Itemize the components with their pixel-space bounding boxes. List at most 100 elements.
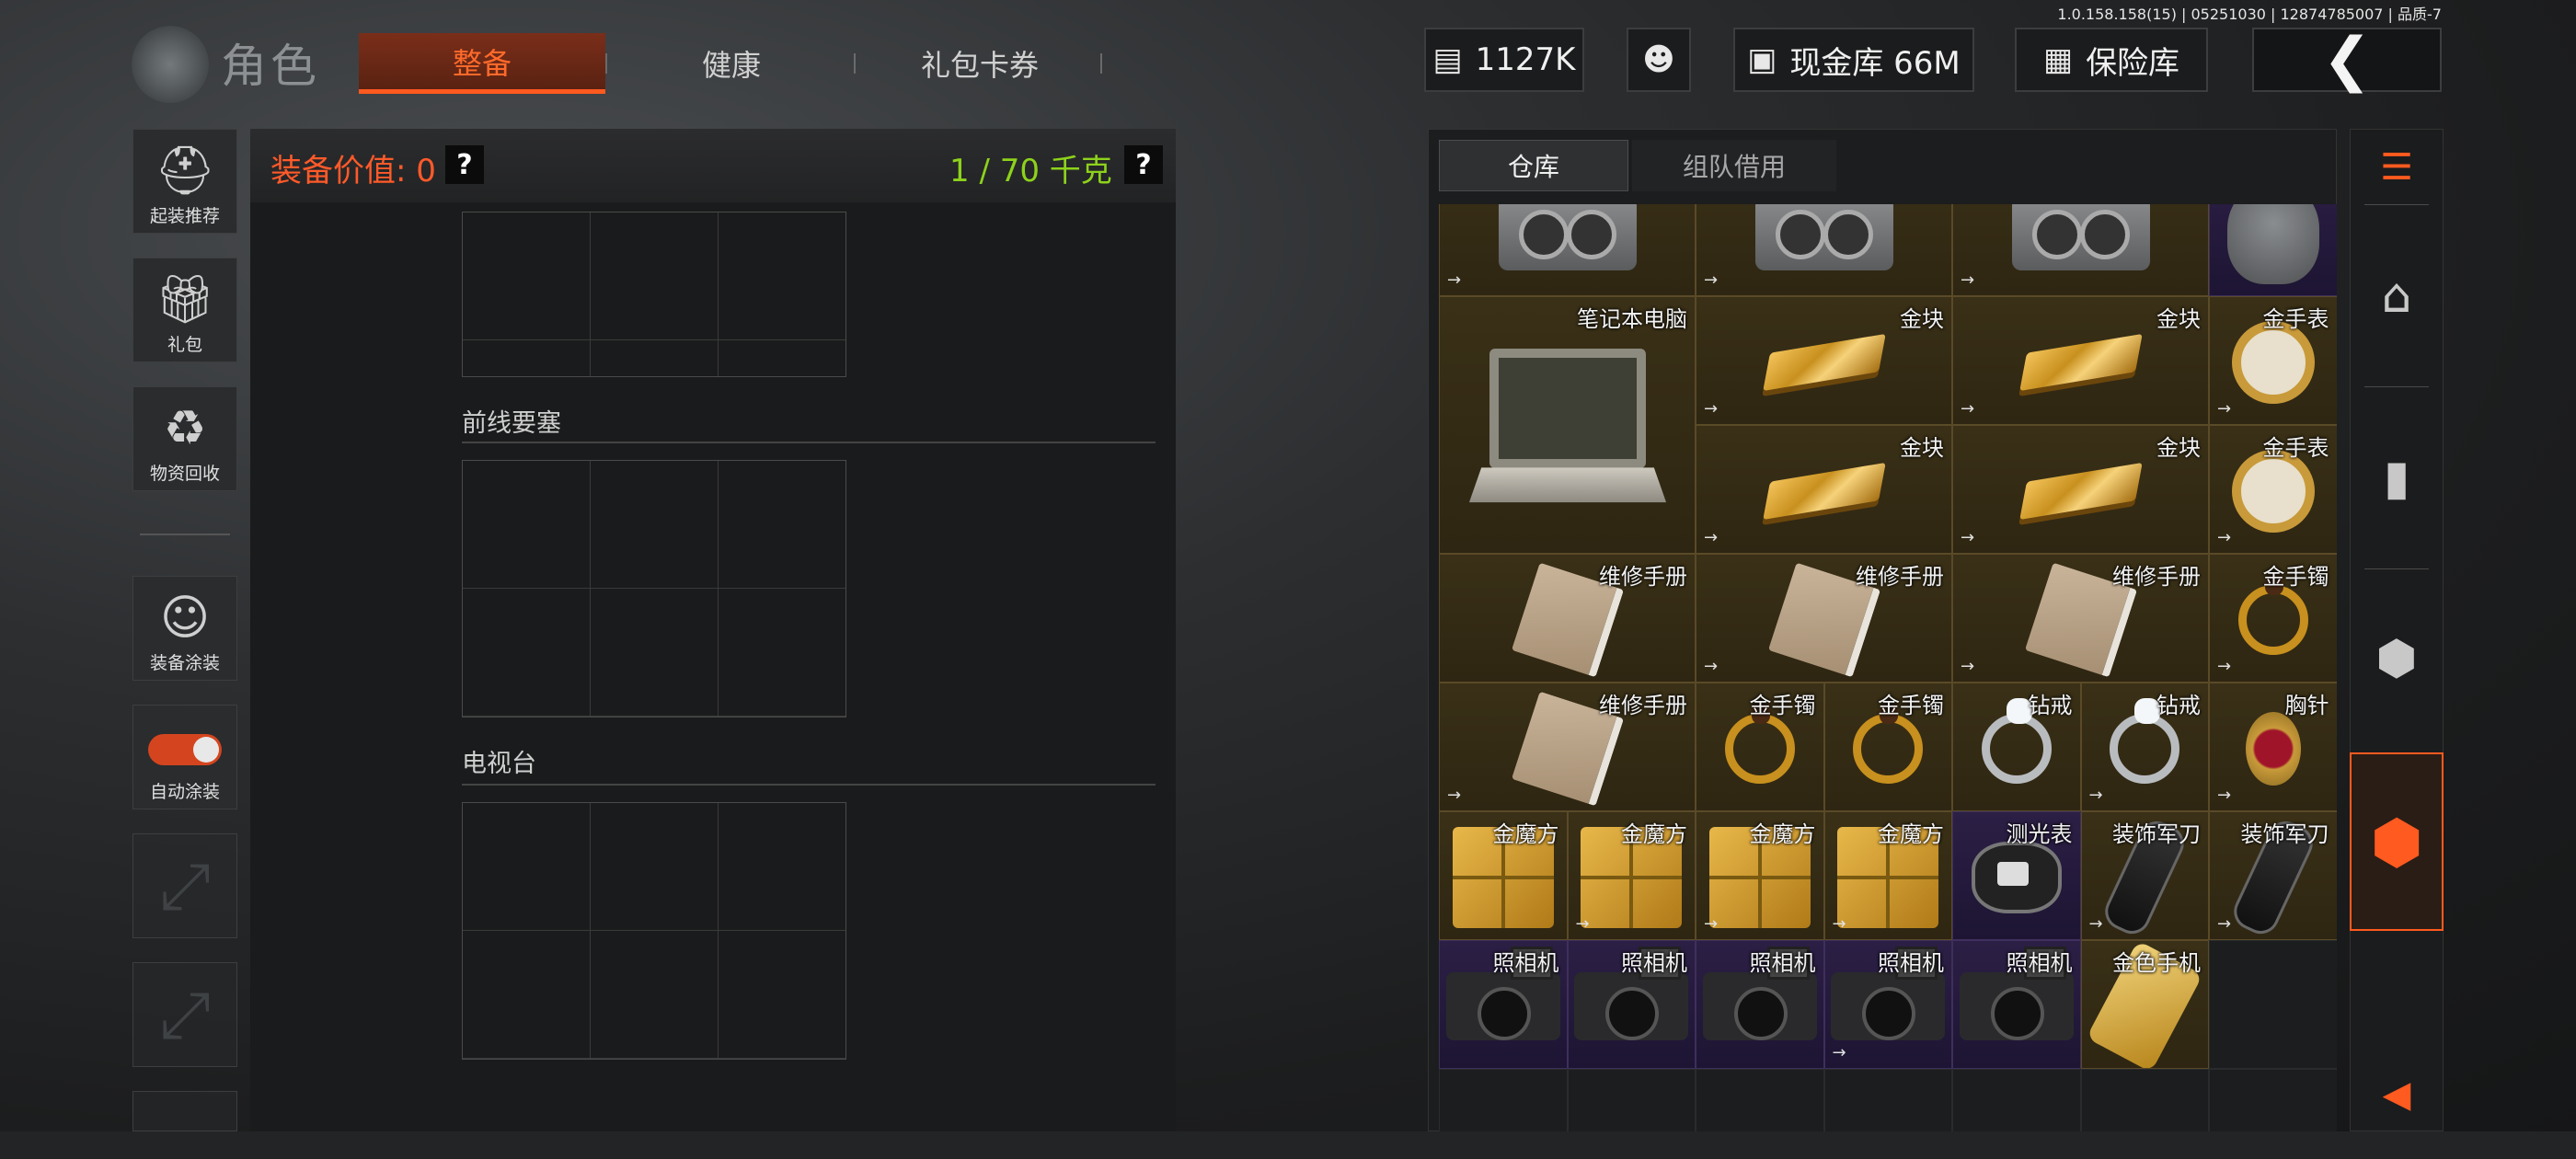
sidebar-item-recycle[interactable]: ♻ 物资回收 bbox=[132, 386, 237, 491]
transfer-icon: → bbox=[1447, 270, 1462, 290]
loadout-slot-grid[interactable] bbox=[462, 212, 846, 377]
item-name: 金魔方 bbox=[1878, 821, 1944, 847]
safe-button[interactable]: ▦ 保险库 bbox=[2015, 28, 2208, 92]
home-icon: ⌂ bbox=[2381, 269, 2412, 324]
inventory-item[interactable]: 维修手册 → bbox=[1952, 554, 2209, 683]
inventory-item[interactable]: 笔记本电脑 bbox=[1439, 296, 1696, 554]
empty-slot[interactable] bbox=[2209, 1069, 2337, 1131]
inventory-item[interactable]: 胸针 → bbox=[2209, 683, 2337, 811]
item-name: 照相机 bbox=[1878, 950, 1944, 976]
inventory-item[interactable]: 金块 → bbox=[1952, 425, 2209, 554]
item-name: 金色手机 bbox=[2112, 950, 2201, 976]
item-name: 金手表 bbox=[2262, 306, 2329, 332]
value-help-button[interactable]: ? bbox=[445, 145, 484, 184]
inventory-item[interactable]: 金手表 → bbox=[2209, 425, 2337, 554]
item-name: 维修手册 bbox=[1856, 564, 1944, 590]
inventory-item[interactable]: 金手镯 bbox=[1696, 683, 1824, 811]
helmet-gear-icon: ⛑ bbox=[154, 143, 215, 199]
inventory-item[interactable]: → bbox=[1439, 204, 1696, 296]
inventory-item[interactable]: 金块 → bbox=[1696, 296, 1952, 425]
inventory-item[interactable]: 毛绒玩具 bbox=[2209, 204, 2337, 296]
support-button[interactable]: ☻ bbox=[1627, 28, 1691, 92]
inventory-item[interactable]: 装饰军刀 → bbox=[2209, 811, 2337, 940]
tab-health[interactable]: 健康 bbox=[616, 33, 846, 94]
orange-box-button[interactable]: ⬢ bbox=[2350, 752, 2444, 931]
inventory-item[interactable]: 维修手册 bbox=[1439, 554, 1696, 683]
empty-slot[interactable] bbox=[2209, 940, 2337, 1069]
item-name: 钻戒 bbox=[2028, 693, 2073, 718]
transfer-icon: → bbox=[1832, 1043, 1846, 1062]
auto-skin-toggle[interactable] bbox=[148, 734, 222, 765]
collapse-button[interactable]: ◀ bbox=[2350, 1058, 2444, 1131]
loadout-slot-grid[interactable] bbox=[462, 460, 846, 717]
empty-slot[interactable] bbox=[2080, 1069, 2209, 1131]
empty-slot: ⤢ bbox=[132, 833, 237, 938]
tab-team-borrow[interactable]: 组队借用 bbox=[1632, 140, 1836, 191]
bottom-bar bbox=[0, 1131, 2576, 1159]
inventory-item[interactable]: 金手镯 bbox=[1823, 683, 1952, 811]
inventory-item[interactable]: 照相机 bbox=[1567, 940, 1696, 1069]
proj-icon bbox=[1696, 204, 1951, 279]
empty-slot[interactable] bbox=[1696, 1069, 1824, 1131]
item-name: 金魔方 bbox=[1492, 821, 1559, 847]
sort-button[interactable]: ☰ bbox=[2350, 129, 2444, 206]
inventory-item[interactable]: 钻戒 bbox=[1952, 683, 2081, 811]
inventory-item[interactable]: → bbox=[1696, 204, 1952, 296]
inventory-item[interactable]: 金块 → bbox=[1952, 296, 2209, 425]
transfer-icon: → bbox=[2217, 786, 2232, 805]
inventory-item[interactable]: 照相机 bbox=[1696, 940, 1824, 1069]
tab-gift-vouchers[interactable]: 礼包卡券 bbox=[865, 33, 1095, 94]
plush-icon bbox=[2210, 204, 2337, 284]
proj-icon bbox=[1953, 204, 2208, 279]
inventory-item[interactable]: 金魔方 → bbox=[1567, 811, 1696, 940]
home-button[interactable]: ⌂ bbox=[2350, 241, 2444, 351]
inventory-item[interactable]: 照相机 bbox=[1952, 940, 2081, 1069]
transfer-icon: → bbox=[1704, 914, 1719, 934]
empty-slot[interactable] bbox=[1567, 1069, 1696, 1131]
inventory-item[interactable]: 金魔方 → bbox=[1823, 811, 1952, 940]
sidebar-item-gift[interactable]: 🎁︎ 礼包 bbox=[132, 258, 237, 362]
inventory-item[interactable]: 测光表 bbox=[1952, 811, 2081, 940]
inventory-item[interactable]: 金手镯 → bbox=[2209, 554, 2337, 683]
empty-slot[interactable] bbox=[1952, 1069, 2081, 1131]
inventory-item[interactable]: 钻戒 → bbox=[2080, 683, 2209, 811]
loadout-slot-grid[interactable] bbox=[462, 802, 846, 1060]
inventory-item[interactable]: 装饰军刀 → bbox=[2080, 811, 2209, 940]
box-button[interactable]: ⬢ bbox=[2350, 603, 2444, 714]
tab-warehouse[interactable]: 仓库 bbox=[1439, 140, 1628, 191]
inventory-item[interactable]: 维修手册 → bbox=[1696, 554, 1952, 683]
sidebar-item-label: 物资回收 bbox=[149, 464, 220, 484]
item-name: 照相机 bbox=[1749, 950, 1816, 976]
soldier-icon: ☺ bbox=[159, 591, 211, 646]
gift-icon: 🎁︎ bbox=[154, 272, 215, 327]
box-icon: ⬢ bbox=[2375, 631, 2418, 686]
back-button[interactable]: ❮ bbox=[2252, 26, 2442, 94]
empty-slot: ⤢ bbox=[132, 962, 237, 1067]
inventory-item[interactable]: 照相机 bbox=[1439, 940, 1568, 1069]
sidebar-item-loadout-recommend[interactable]: ⛑ 起装推荐 bbox=[132, 129, 237, 234]
inventory-item[interactable]: 金色手机 bbox=[2080, 940, 2209, 1069]
vault-card-icon: ▣ bbox=[1747, 41, 1777, 78]
rail-divider bbox=[2364, 204, 2429, 205]
transfer-icon: → bbox=[1704, 270, 1719, 290]
inventory-item[interactable]: 金魔方 → bbox=[1696, 811, 1824, 940]
sidebar-item-label: 装备涂装 bbox=[149, 653, 220, 673]
empty-slot[interactable] bbox=[1823, 1069, 1952, 1131]
item-name: 金块 bbox=[1900, 306, 1944, 332]
inventory-item[interactable]: 金手表 → bbox=[2209, 296, 2337, 425]
inventory-item[interactable]: 照相机 → bbox=[1823, 940, 1952, 1069]
inventory-item[interactable]: 金块 → bbox=[1696, 425, 1952, 554]
ammo-button[interactable]: ▮ bbox=[2350, 423, 2444, 534]
weight-help-button[interactable]: ? bbox=[1124, 145, 1163, 184]
empty-slot[interactable] bbox=[1439, 1069, 1568, 1131]
sidebar-item-auto-skin[interactable]: 自动涂装 bbox=[132, 705, 237, 809]
cash-vault-button[interactable]: ▣ 现金库 66M bbox=[1733, 28, 1974, 92]
sidebar-item-label: 起装推荐 bbox=[149, 206, 220, 226]
inventory-item[interactable]: → bbox=[1952, 204, 2209, 296]
tab-loadout[interactable]: 整备 bbox=[359, 33, 605, 94]
agent-icon: ☻ bbox=[1642, 41, 1675, 78]
sidebar-item-skin[interactable]: ☺ 装备涂装 bbox=[132, 576, 237, 681]
transfer-icon: → bbox=[2217, 914, 2232, 934]
inventory-item[interactable]: 金魔方 bbox=[1439, 811, 1568, 940]
inventory-item[interactable]: 维修手册 → bbox=[1439, 683, 1696, 811]
